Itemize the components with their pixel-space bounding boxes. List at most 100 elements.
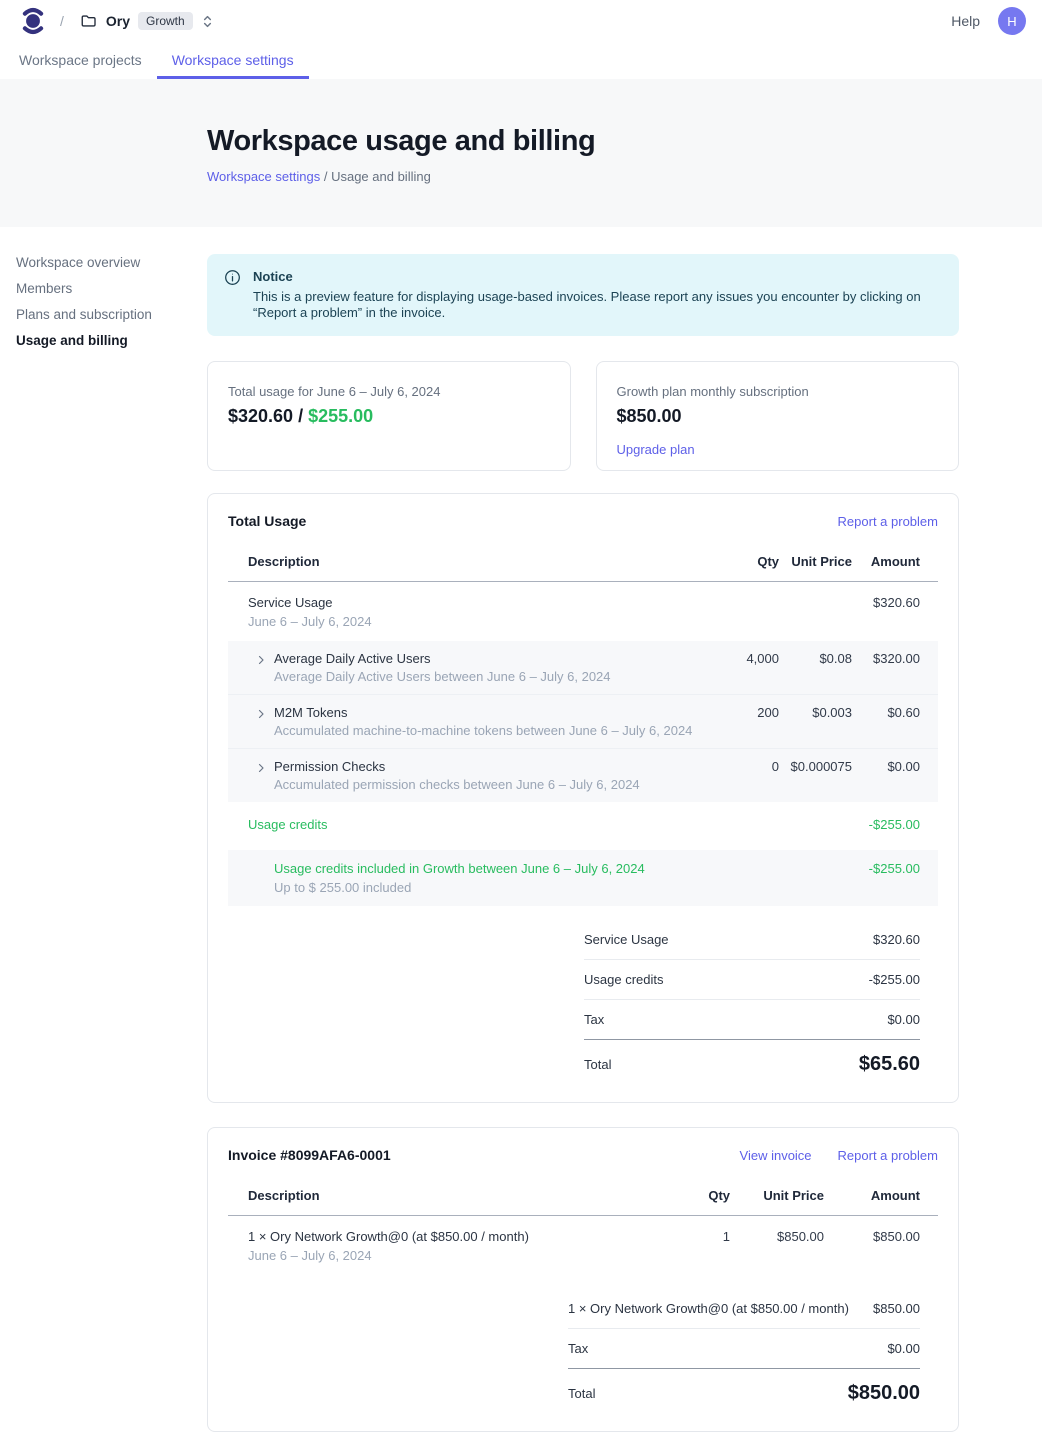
summary-label: Usage credits — [584, 972, 663, 987]
usage-credit-amount: $255.00 — [308, 406, 373, 426]
tab-workspace-settings[interactable]: Workspace settings — [157, 42, 309, 79]
invoice-table: Description Qty Unit Price Amount 1 × Or… — [228, 1180, 938, 1275]
col-description: Description — [248, 554, 719, 569]
table-row-usage-credits: Usage credits -$255.00 — [228, 802, 938, 846]
col-qty: Qty — [719, 554, 779, 569]
notice-banner: Notice This is a preview feature for dis… — [207, 254, 959, 336]
line-item-unit-price: $0.08 — [779, 651, 852, 666]
table-row-service-usage: Service Usage June 6 – July 6, 2024 $320… — [228, 582, 938, 641]
usage-separator: / — [293, 406, 308, 426]
col-description: Description — [248, 1188, 680, 1203]
col-unit-price: Unit Price — [730, 1188, 824, 1203]
ory-logo-icon[interactable] — [20, 7, 46, 35]
invoice-line-amount: $850.00 — [824, 1229, 920, 1244]
line-item-amount: $0.60 — [852, 705, 920, 720]
summary-value: $320.60 — [873, 932, 920, 947]
usage-panel-title: Total Usage — [228, 513, 306, 529]
service-usage-period: June 6 – July 6, 2024 — [248, 614, 719, 629]
help-link[interactable]: Help — [951, 13, 980, 29]
total-value: $850.00 — [848, 1382, 920, 1405]
service-usage-amount: $320.60 — [852, 595, 920, 610]
line-item-name: Average Daily Active Users — [274, 651, 719, 666]
subscription-card: Growth plan monthly subscription $850.00… — [596, 361, 960, 471]
workspace-name: Ory — [106, 13, 130, 29]
summary-label: Tax — [584, 1012, 604, 1027]
invoice-line-qty: 1 — [680, 1229, 730, 1244]
chevron-right-icon[interactable] — [254, 653, 268, 667]
total-usage-card: Total usage for June 6 – July 6, 2024 $3… — [207, 361, 571, 471]
subscription-value: $850.00 — [617, 406, 939, 427]
notice-title: Notice — [253, 269, 925, 284]
stat-cards: Total usage for June 6 – July 6, 2024 $3… — [207, 361, 959, 471]
sidebar-item-members[interactable]: Members — [16, 281, 207, 296]
plan-badge: Growth — [138, 12, 193, 30]
upgrade-plan-link[interactable]: Upgrade plan — [617, 442, 695, 457]
tab-workspace-projects[interactable]: Workspace projects — [4, 42, 157, 79]
summary-value: $0.00 — [887, 1341, 920, 1356]
summary-row-tax: Tax $0.00 — [568, 1329, 920, 1369]
col-amount: Amount — [852, 554, 920, 569]
summary-row-total: Total $850.00 — [568, 1369, 920, 1405]
summary-value: -$255.00 — [869, 972, 920, 987]
line-item-amount: $0.00 — [852, 759, 920, 774]
usage-used-amount: $320.60 — [228, 406, 293, 426]
invoice-table-header: Description Qty Unit Price Amount — [228, 1180, 938, 1216]
service-usage-name: Service Usage — [248, 595, 719, 610]
line-item-description: Average Daily Active Users between June … — [274, 669, 719, 684]
summary-row-service-usage: Service Usage $320.60 — [584, 920, 920, 960]
usage-table-header: Description Qty Unit Price Amount — [228, 546, 938, 582]
view-invoice-link[interactable]: View invoice — [740, 1148, 812, 1163]
line-item-description: Accumulated permission checks between Ju… — [274, 777, 719, 792]
breadcrumb-current: Usage and billing — [331, 169, 431, 184]
summary-label: Tax — [568, 1341, 588, 1356]
page-title: Workspace usage and billing — [207, 125, 1042, 158]
line-item-qty: 4,000 — [719, 651, 779, 666]
table-row-average-daily-active-users: Average Daily Active Users Average Daily… — [228, 641, 938, 694]
invoice-line-period: June 6 – July 6, 2024 — [248, 1248, 680, 1263]
settings-sidebar: Workspace overview Members Plans and sub… — [0, 227, 207, 359]
workspace-selector[interactable]: Ory Growth — [80, 12, 214, 30]
summary-row-plan: 1 × Ory Network Growth@0 (at $850.00 / m… — [568, 1289, 920, 1329]
table-row-permission-checks: Permission Checks Accumulated permission… — [228, 748, 938, 802]
folder-icon — [80, 12, 98, 30]
line-item-qty: 200 — [719, 705, 779, 720]
summary-row-usage-credits: Usage credits -$255.00 — [584, 960, 920, 1000]
breadcrumb-link[interactable]: Workspace settings — [207, 169, 320, 184]
invoice-line-unit-price: $850.00 — [730, 1229, 824, 1244]
line-item-amount: $320.00 — [852, 651, 920, 666]
sidebar-item-usage-and-billing[interactable]: Usage and billing — [16, 333, 207, 348]
summary-label: Service Usage — [584, 932, 669, 947]
col-qty: Qty — [680, 1188, 730, 1203]
col-unit-price: Unit Price — [779, 554, 852, 569]
credits-detail-amount: -$255.00 — [852, 861, 920, 876]
summary-row-tax: Tax $0.00 — [584, 1000, 920, 1040]
line-item-qty: 0 — [719, 759, 779, 774]
chevron-right-icon[interactable] — [254, 707, 268, 721]
invoice-title: Invoice #8099AFA6-0001 — [228, 1147, 391, 1163]
path-separator: / — [60, 13, 64, 29]
subscription-label: Growth plan monthly subscription — [617, 384, 939, 399]
summary-value: $850.00 — [873, 1301, 920, 1316]
invoice-panel: Invoice #8099AFA6-0001 View invoice Repo… — [207, 1127, 959, 1432]
line-item-unit-price: $0.000075 — [779, 759, 852, 774]
total-label: Total — [568, 1386, 595, 1401]
summary-value: $0.00 — [887, 1012, 920, 1027]
sidebar-item-plans-and-subscription[interactable]: Plans and subscription — [16, 307, 207, 322]
report-problem-link[interactable]: Report a problem — [838, 514, 938, 529]
usage-table: Description Qty Unit Price Amount Servic… — [228, 546, 938, 906]
page-header: Workspace usage and billing Workspace se… — [0, 79, 1042, 227]
credits-detail-description: Up to $ 255.00 included — [274, 880, 719, 895]
avatar[interactable]: H — [998, 7, 1026, 35]
chevron-right-icon[interactable] — [254, 761, 268, 775]
total-usage-panel: Total Usage Report a problem Description… — [207, 493, 959, 1103]
sidebar-item-workspace-overview[interactable]: Workspace overview — [16, 255, 207, 270]
table-row-usage-credits-detail: Usage credits included in Growth between… — [228, 850, 938, 906]
report-problem-link[interactable]: Report a problem — [838, 1148, 938, 1163]
chevron-up-down-icon — [201, 14, 214, 29]
total-label: Total — [584, 1057, 611, 1072]
line-item-description: Accumulated machine-to-machine tokens be… — [274, 723, 719, 738]
usage-credits-name: Usage credits — [248, 817, 719, 832]
info-circle-icon — [224, 269, 241, 321]
breadcrumb-separator: / — [324, 169, 328, 184]
usage-credits-amount: -$255.00 — [852, 817, 920, 832]
